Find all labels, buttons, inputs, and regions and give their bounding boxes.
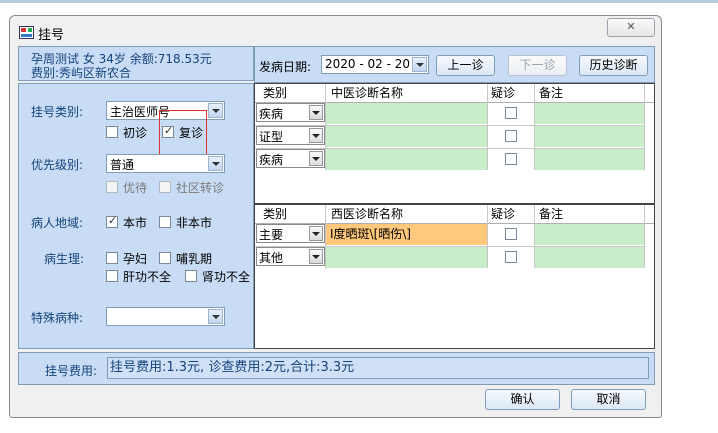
next-visit-button[interactable]: 下一诊 bbox=[508, 55, 567, 76]
chevron-down-icon[interactable] bbox=[309, 249, 323, 264]
local-checkbox[interactable]: ✓ bbox=[106, 214, 118, 228]
window-title: 挂号 bbox=[38, 28, 65, 43]
chevron-down-icon[interactable] bbox=[309, 128, 323, 143]
dialog-client-area: 孕周测试 女 34岁 余额:718.53元 费别:秀屿区新农合 挂号类别: 主治… bbox=[18, 46, 655, 411]
wm-row-note[interactable] bbox=[535, 247, 644, 268]
wm-header-suspected: 疑诊 bbox=[491, 207, 516, 221]
tcm-header-name: 中医诊断名称 bbox=[331, 86, 404, 100]
tcm-header-suspected: 疑诊 bbox=[491, 86, 516, 100]
tcm-row-suspected-checkbox[interactable] bbox=[505, 130, 517, 142]
onset-date-label: 发病日期: bbox=[259, 60, 312, 74]
community-transfer-checkbox[interactable] bbox=[159, 181, 171, 193]
wm-row-type-select[interactable]: 其他 bbox=[256, 247, 325, 266]
kidney-insufficiency-label: 肾功不全 bbox=[202, 270, 251, 284]
tcm-header-type: 类别 bbox=[263, 86, 288, 100]
tcm-row-name[interactable] bbox=[326, 126, 487, 147]
check-mark-icon: ✓ bbox=[108, 214, 118, 227]
tcm-row-note[interactable] bbox=[535, 103, 644, 124]
wm-header-name: 西医诊断名称 bbox=[331, 207, 404, 221]
wm-header-type: 类别 bbox=[263, 207, 288, 221]
tcm-row-type-select[interactable]: 疾病 bbox=[256, 103, 325, 122]
kidney-insufficiency-checkbox[interactable] bbox=[185, 270, 197, 282]
wm-row-suspected-checkbox[interactable] bbox=[505, 251, 517, 263]
tcm-row-type: 疾病 bbox=[259, 107, 284, 121]
wm-row-note[interactable] bbox=[535, 224, 644, 245]
app-icon bbox=[19, 26, 34, 39]
tcm-diagnosis-grid: 类别 中医诊断名称 疑诊 备注 疾病 证型 疾病 bbox=[254, 83, 655, 204]
preferential-label: 优待 bbox=[123, 181, 148, 195]
wm-row-type-select[interactable]: 主要 bbox=[256, 224, 325, 243]
western-diagnosis-grid: 类别 西医诊断名称 疑诊 备注 主要 I度晒斑\[晒伤\] 其他 bbox=[254, 204, 655, 349]
background-top-line bbox=[0, 0, 718, 3]
chevron-down-icon[interactable] bbox=[208, 309, 223, 324]
wm-row-name[interactable]: I度晒斑\[晒伤\] bbox=[326, 224, 487, 245]
wm-grid-header: 类别 西医诊断名称 疑诊 备注 bbox=[255, 205, 654, 224]
tcm-row-type-select[interactable]: 疾病 bbox=[256, 149, 325, 168]
community-transfer-label: 社区转诊 bbox=[176, 181, 225, 195]
priority-select[interactable]: 普通 bbox=[106, 154, 225, 173]
first-visit-checkbox[interactable] bbox=[106, 126, 118, 138]
liver-insufficiency-checkbox[interactable] bbox=[106, 270, 118, 282]
fee-panel: 挂号费用: 挂号费用:1.3元, 诊查费用:2元,合计:3.3元 bbox=[18, 352, 655, 385]
tcm-row-type-select[interactable]: 证型 bbox=[256, 126, 325, 145]
tcm-row-suspected-checkbox[interactable] bbox=[505, 107, 517, 119]
special-disease-label: 特殊病种: bbox=[31, 311, 84, 325]
chevron-down-icon[interactable] bbox=[208, 103, 223, 118]
close-button[interactable]: ✕ bbox=[607, 18, 655, 37]
first-visit-label: 初诊 bbox=[123, 126, 148, 140]
pregnant-label: 孕妇 bbox=[123, 252, 148, 266]
calendar-dropdown-icon[interactable] bbox=[412, 57, 427, 72]
tcm-row-note[interactable] bbox=[535, 126, 644, 147]
wm-header-note: 备注 bbox=[539, 207, 564, 221]
chevron-down-icon[interactable] bbox=[309, 151, 323, 166]
cancel-button[interactable]: 取消 bbox=[571, 389, 646, 410]
annotation-highlight-box bbox=[159, 110, 207, 156]
priority-value: 普通 bbox=[110, 158, 135, 172]
tcm-row-type: 证型 bbox=[259, 130, 284, 144]
prev-visit-button[interactable]: 上一诊 bbox=[436, 55, 495, 76]
diagnosis-toolbar: 发病日期: 2020 - 02 - 20 上一诊 下一诊 历史诊断 bbox=[254, 46, 655, 83]
wm-row-type: 主要 bbox=[259, 228, 284, 242]
tcm-header-note: 备注 bbox=[539, 86, 564, 100]
tcm-row-name[interactable] bbox=[326, 103, 487, 124]
wm-row-suspected-checkbox[interactable] bbox=[505, 228, 517, 240]
wm-row-name[interactable] bbox=[326, 247, 487, 268]
nonlocal-checkbox[interactable] bbox=[159, 216, 171, 228]
registration-form-panel: 挂号类别: 主治医师号 初诊 ✓ 复诊 优先级别: 普通 优待 社区转诊 病人地… bbox=[18, 83, 254, 349]
wm-row-type: 其他 bbox=[259, 251, 284, 265]
physiology-label: 病生理: bbox=[44, 252, 85, 266]
reg-type-label: 挂号类别: bbox=[31, 105, 84, 119]
special-disease-select[interactable] bbox=[106, 307, 225, 326]
pregnant-checkbox[interactable] bbox=[106, 252, 118, 264]
preferential-checkbox[interactable] bbox=[106, 181, 118, 193]
patient-info-panel: 孕周测试 女 34岁 余额:718.53元 费别:秀屿区新农合 bbox=[18, 46, 254, 81]
region-label: 病人地域: bbox=[31, 216, 84, 230]
nonlocal-label: 非本市 bbox=[176, 216, 213, 230]
title-bar: 挂号 ✕ bbox=[10, 16, 661, 46]
fee-display: 挂号费用:1.3元, 诊查费用:2元,合计:3.3元 bbox=[107, 357, 649, 379]
onset-date-value: 2020 - 02 - 20 bbox=[325, 57, 410, 71]
tcm-row-note[interactable] bbox=[535, 149, 644, 170]
tcm-row-suspected-checkbox[interactable] bbox=[505, 153, 517, 165]
chevron-down-icon[interactable] bbox=[309, 105, 323, 120]
lactation-checkbox[interactable] bbox=[159, 252, 171, 264]
lactation-label: 哺乳期 bbox=[176, 252, 213, 266]
chevron-down-icon[interactable] bbox=[208, 156, 223, 171]
chevron-down-icon[interactable] bbox=[309, 226, 323, 241]
confirm-button[interactable]: 确认 bbox=[485, 389, 560, 410]
tcm-row-type: 疾病 bbox=[259, 153, 284, 167]
local-label: 本市 bbox=[123, 216, 148, 230]
fee-label: 挂号费用: bbox=[45, 364, 98, 378]
liver-insufficiency-label: 肝功不全 bbox=[123, 270, 172, 284]
tcm-row-name[interactable] bbox=[326, 149, 487, 170]
registration-dialog: 挂号 ✕ 孕周测试 女 34岁 余额:718.53元 费别:秀屿区新农合 挂号类… bbox=[9, 15, 662, 418]
patient-fee-type: 费别:秀屿区新农合 bbox=[31, 66, 132, 80]
onset-date-picker[interactable]: 2020 - 02 - 20 bbox=[321, 55, 429, 74]
tcm-grid-header: 类别 中医诊断名称 疑诊 备注 bbox=[255, 84, 654, 103]
priority-label: 优先级别: bbox=[31, 158, 84, 172]
history-diagnosis-button[interactable]: 历史诊断 bbox=[579, 55, 648, 76]
